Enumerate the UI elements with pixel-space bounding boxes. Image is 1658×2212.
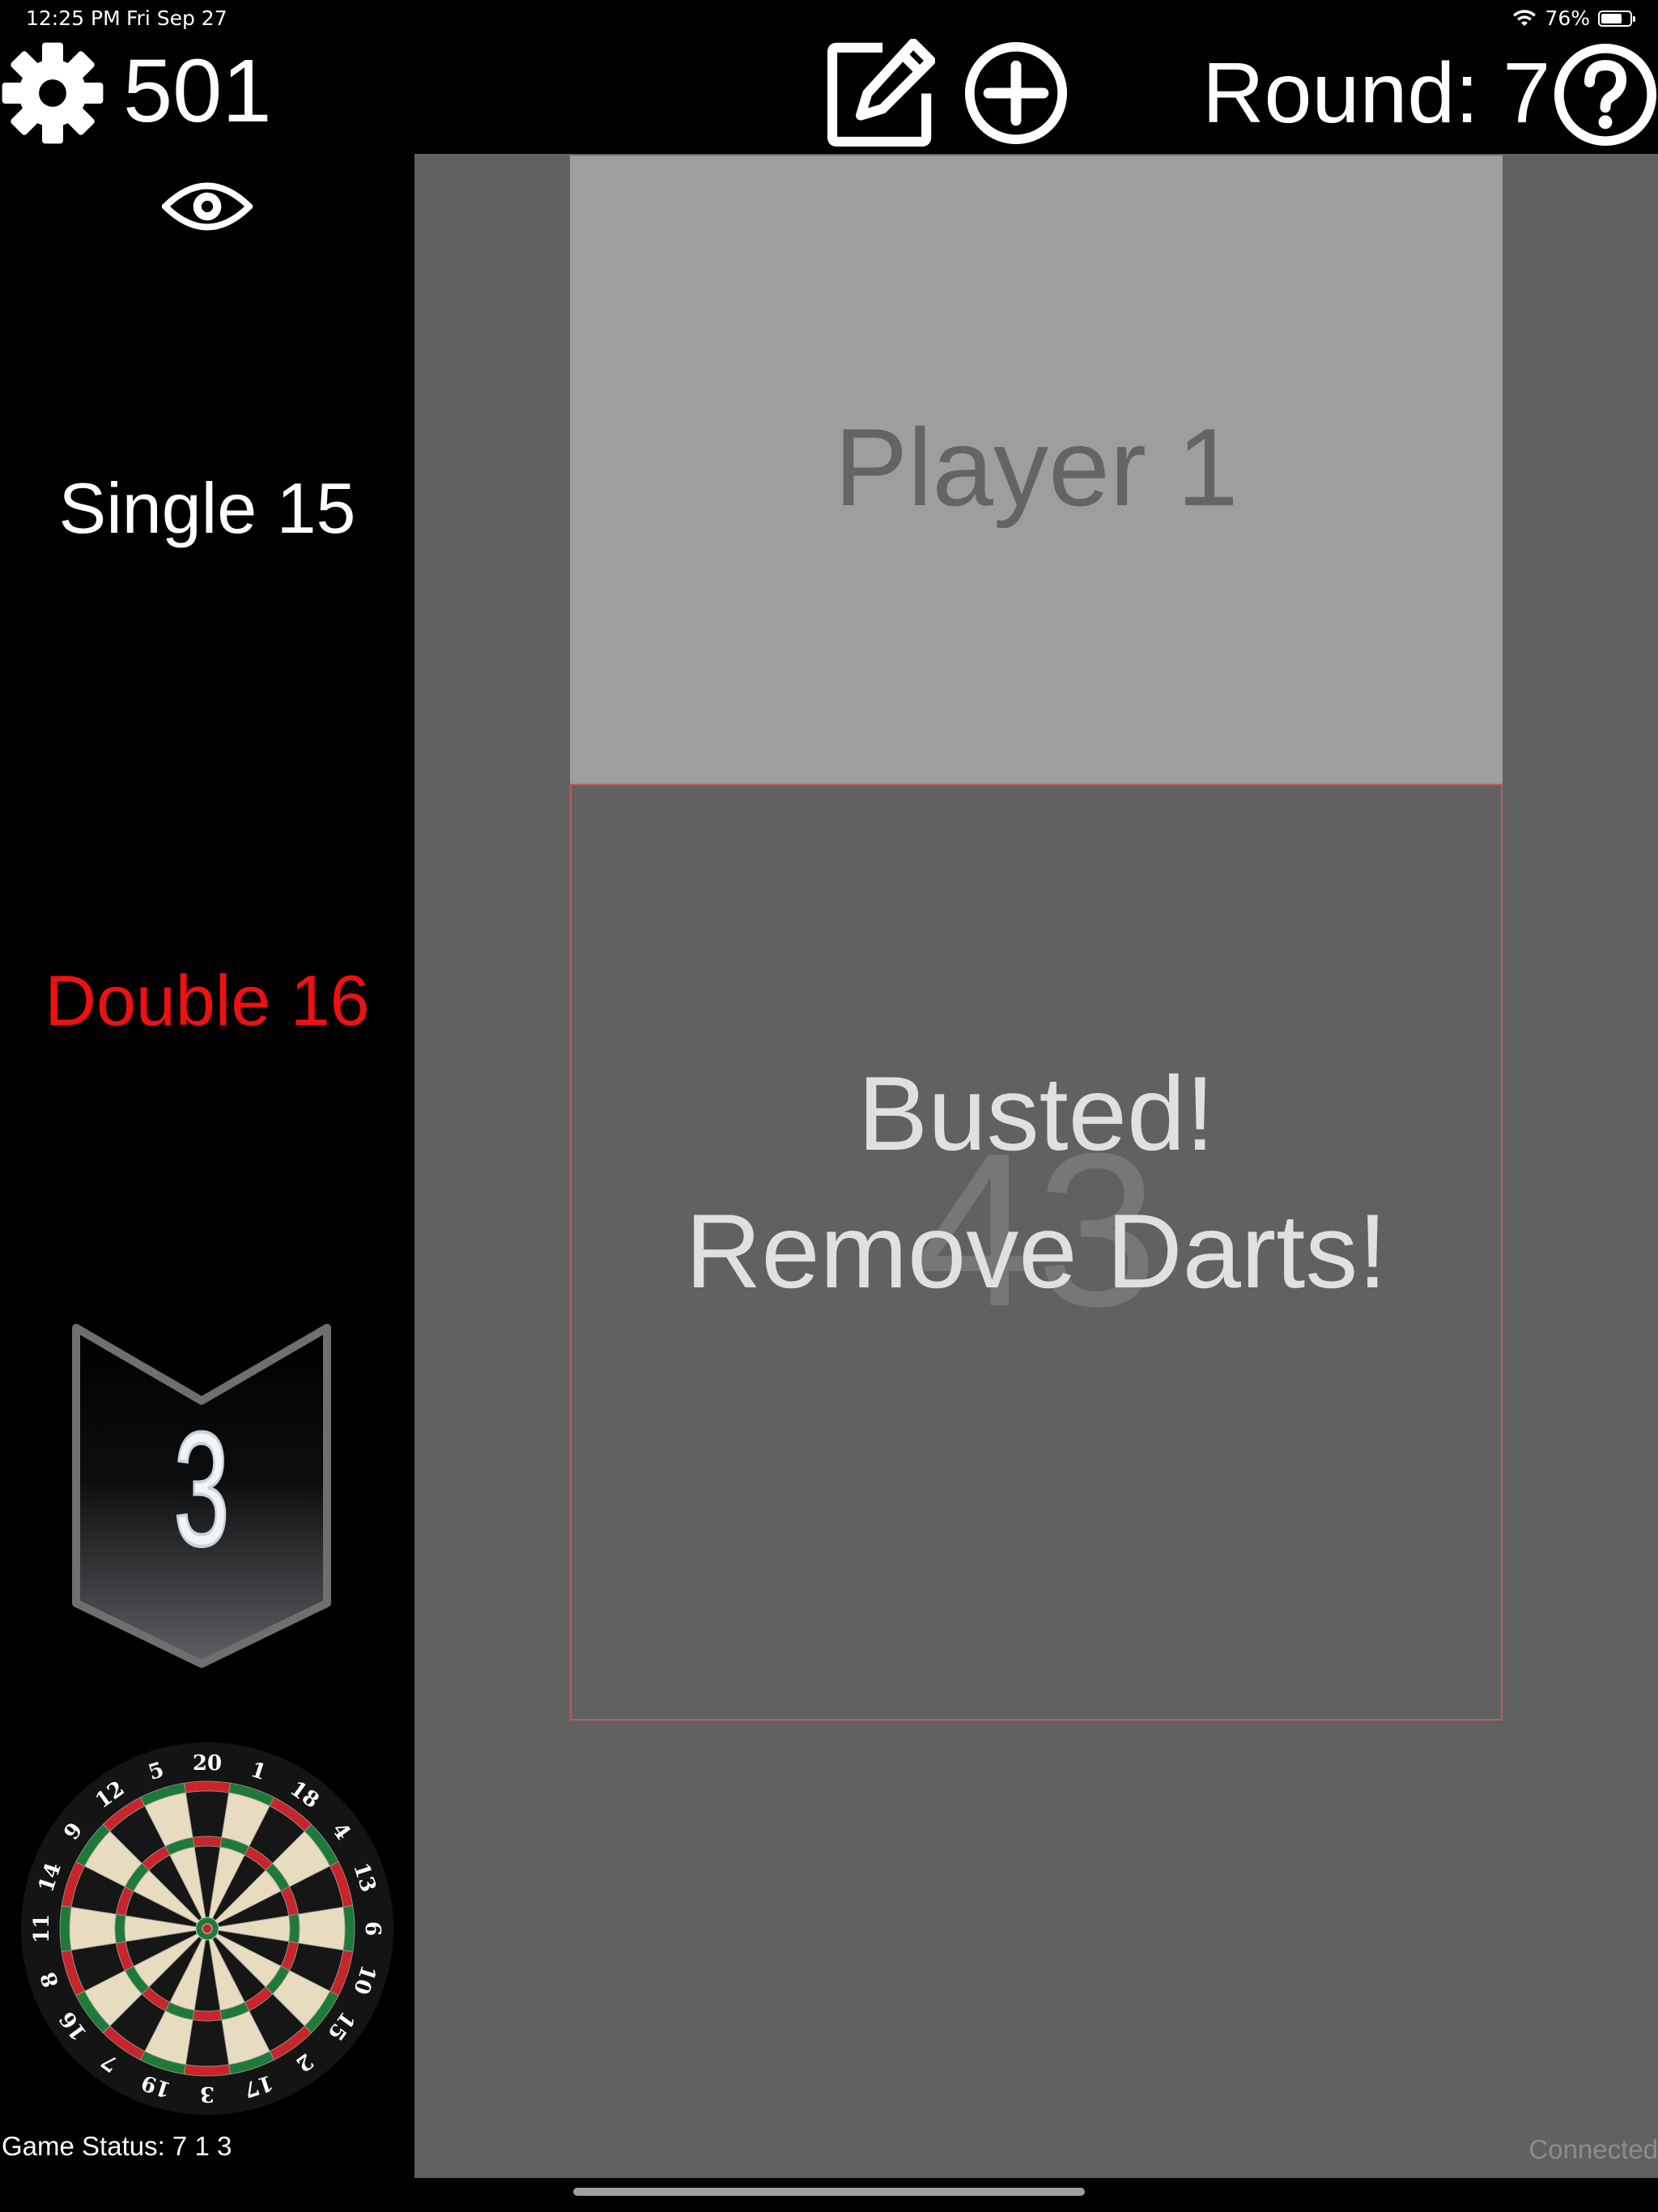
connection-status: Connected [1528,2134,1658,2164]
status-right: 76% [1512,6,1635,30]
gear-icon[interactable] [0,40,105,146]
dartboard-number: 6 [360,1921,385,1936]
dartboard-number: 3 [200,2082,215,2106]
dartboard: 20 11841361015217319716811149125 [21,1742,393,2115]
darts-left-count: 3 [172,1397,230,1581]
status-date: Fri Sep 27 [126,6,227,30]
edit-icon[interactable] [826,39,935,148]
status-bar: 12:25 PM Fri Sep 27 76% [0,0,1658,39]
game-status: Game Status: 7 1 3 [2,2131,232,2161]
player-card[interactable]: Player 1 [570,155,1503,784]
app-root: 12:25 PM Fri Sep 27 76% 501 Round: 7 Sin… [0,0,1658,2212]
plus-circle-icon[interactable] [963,40,1069,146]
battery-percent: 76% [1545,6,1590,30]
bullseye [202,1923,213,1934]
question-circle-icon[interactable] [1553,42,1658,147]
wifi-icon [1513,9,1537,26]
bust-message: Busted! [857,1054,1215,1172]
eye-icon[interactable] [162,177,253,236]
dartboard-number: 20 [193,1751,222,1776]
dart-1-throw: Single 15 [58,468,356,548]
dart-2-throw: Double 16 [45,960,370,1040]
home-indicator[interactable] [573,2188,1085,2196]
score-card: 43 Busted! Remove Darts! [570,784,1503,1721]
status-time: 12:25 PM [26,6,121,30]
remove-darts-message: Remove Darts! [685,1192,1388,1310]
dartboard-number: 11 [30,1914,54,1943]
battery-fill [1601,13,1622,23]
player-name: Player 1 [834,406,1239,529]
round-label: Round: 7 [1202,45,1551,141]
game-score: 501 [123,41,272,141]
battery-icon [1598,10,1635,27]
